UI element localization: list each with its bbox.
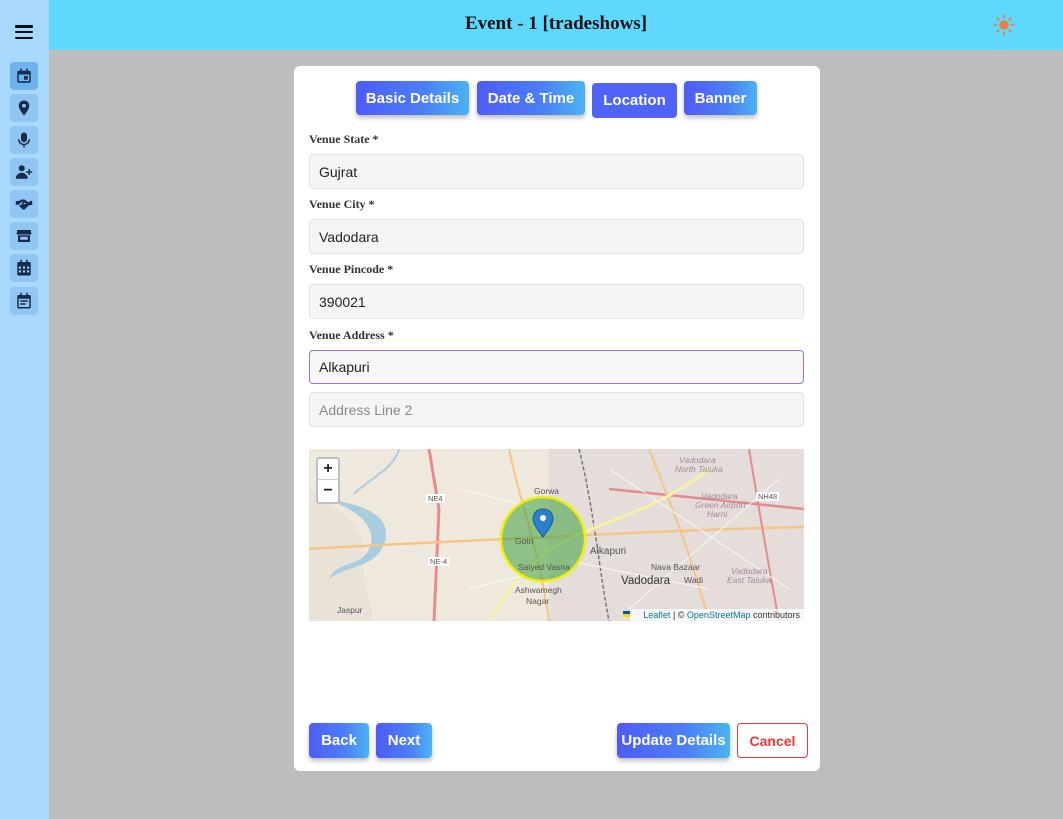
calendar-day-icon [17, 68, 31, 83]
venue-state-input[interactable]: Gujrat [309, 154, 804, 189]
map-label-jaspur: Jaspur [337, 605, 363, 615]
osm-link[interactable]: OpenStreetMap [687, 610, 751, 620]
tab-location[interactable]: Location [592, 83, 677, 118]
sidebar-item-stalls[interactable] [10, 222, 38, 250]
map-label-wadi: Wadi [684, 575, 704, 585]
tab-date-time[interactable]: Date & Time [477, 81, 585, 115]
cancel-button[interactable]: Cancel [737, 723, 808, 758]
sidebar-item-locations[interactable] [10, 94, 38, 122]
sidebar-item-sponsors[interactable] [10, 190, 38, 218]
zoom-out-button[interactable]: − [318, 480, 338, 501]
sidebar [0, 0, 49, 819]
venue-pincode-input[interactable]: 390021 [309, 284, 804, 319]
map-label-green-airport-3: Harni [707, 509, 728, 519]
calendar-list-icon [17, 292, 31, 309]
sun-icon[interactable] [993, 14, 1015, 36]
sidebar-item-schedule[interactable] [10, 254, 38, 282]
back-button[interactable]: Back [309, 723, 369, 758]
attribution-suffix: contributors [750, 610, 800, 620]
map-label-north-taluka-2: North Taluka [675, 464, 723, 474]
map-label-gotri: Gotri [515, 536, 534, 546]
map-label-nagar: Nagar [526, 596, 550, 606]
microphone-icon [18, 132, 30, 148]
menu-icon[interactable] [15, 25, 33, 40]
map-label-nh48: NH48 [756, 492, 780, 501]
map-label-saiyed-vasna: Saiyed Vasna [518, 562, 570, 572]
map-zoom-control: + − [316, 457, 340, 504]
store-icon [16, 230, 32, 242]
venue-city-label: Venue City * [309, 197, 375, 211]
zoom-in-button[interactable]: + [318, 459, 338, 480]
sidebar-item-events[interactable] [10, 62, 38, 90]
handshake-icon [15, 199, 33, 210]
next-button[interactable]: Next [376, 723, 432, 758]
map-label-ne4-south: NE-4 [428, 557, 450, 566]
location-map[interactable]: Gorwa Gotri Saiyed Vasna Alkapuri Vadoda… [309, 449, 804, 621]
page-title: Event - 1 [tradeshows] [464, 13, 648, 34]
address-line2-input[interactable]: Address Line 2 [309, 392, 804, 427]
map-label-ne4: NE4 [426, 494, 445, 503]
map-label-ashwamegh: Ashwamegh [515, 585, 562, 595]
map-label-alkapuri: Alkapuri [590, 546, 627, 557]
venue-pincode-label: Venue Pincode * [309, 262, 394, 276]
update-details-button[interactable]: Update Details [617, 723, 730, 758]
map-label-east-taluka-2: East Taluka [727, 575, 772, 585]
tab-bar: Basic Details Date & Time Location Banne… [294, 81, 820, 118]
event-form-card: Basic Details Date & Time Location Banne… [294, 66, 820, 771]
venue-address-label: Venue Address * [309, 328, 394, 342]
sidebar-item-attendees[interactable] [10, 158, 38, 186]
map-attribution: Leaflet | © OpenStreetMap contributors [630, 609, 804, 621]
location-pin-icon [18, 100, 30, 116]
tab-basic-details[interactable]: Basic Details [356, 81, 469, 115]
tab-banner[interactable]: Banner [684, 81, 757, 115]
venue-state-label: Venue State * [309, 132, 379, 146]
leaflet-link[interactable]: Leaflet [643, 610, 670, 620]
sidebar-item-speakers[interactable] [10, 126, 38, 154]
venue-city-input[interactable]: Vadodara [309, 219, 804, 254]
sidebar-item-agenda[interactable] [10, 287, 38, 315]
attribution-separator: | © [670, 610, 687, 620]
map-tiles [309, 449, 804, 621]
map-label-gorwa: Gorwa [534, 486, 560, 496]
user-plus-icon [15, 165, 33, 179]
map-label-vadodara: Vadodara [621, 575, 671, 587]
venue-address-input[interactable]: Alkapuri [309, 350, 804, 384]
topbar: Event - 1 [tradeshows] [49, 0, 1063, 50]
map-label-nava-bazaar: Nava Bazaar [651, 562, 701, 572]
calendar-grid-icon [17, 259, 31, 276]
